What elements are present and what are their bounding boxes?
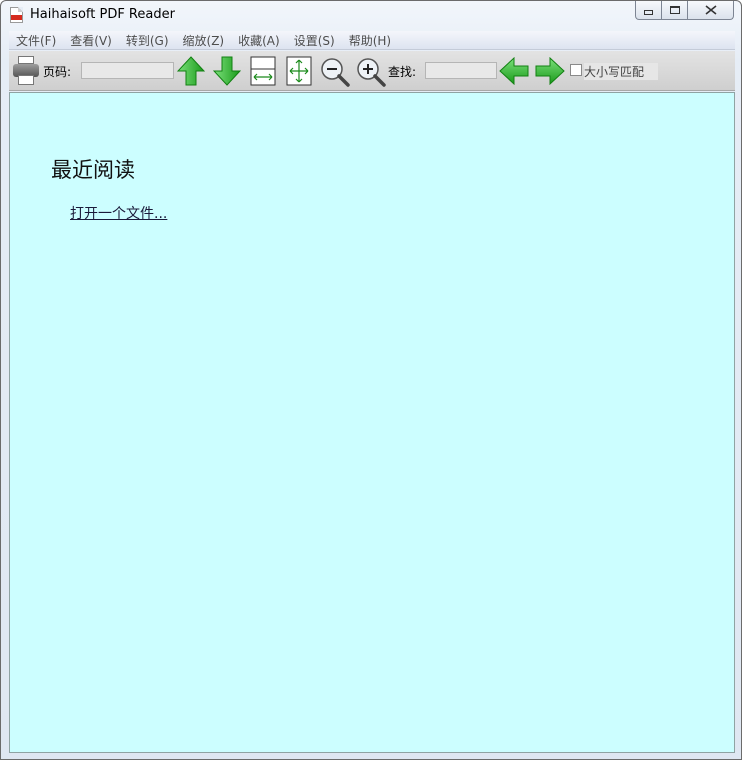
search-input[interactable] bbox=[425, 62, 497, 79]
menu-file[interactable]: 文件(F) bbox=[9, 32, 63, 49]
title-bar[interactable]: Haihaisoft PDF Reader bbox=[1, 1, 741, 30]
window-controls bbox=[635, 1, 734, 21]
fit-width-button[interactable] bbox=[250, 56, 276, 86]
page-number-input[interactable] bbox=[81, 62, 174, 79]
arrow-down-icon bbox=[213, 56, 241, 86]
menu-help[interactable]: 帮助(H) bbox=[342, 32, 398, 49]
fit-page-icon bbox=[286, 56, 312, 86]
open-file-link[interactable]: 打开一个文件... bbox=[70, 203, 167, 223]
recent-heading: 最近阅读 bbox=[51, 158, 135, 182]
arrow-up-icon bbox=[177, 56, 205, 86]
minimize-icon bbox=[644, 10, 653, 15]
fit-width-icon bbox=[250, 56, 276, 86]
app-window: Haihaisoft PDF Reader 文件(F) 查看(V) 转到(G) … bbox=[0, 0, 742, 760]
window-title: Haihaisoft PDF Reader bbox=[30, 7, 175, 22]
zoom-out-icon bbox=[321, 58, 350, 87]
menu-view[interactable]: 查看(V) bbox=[63, 32, 119, 49]
printer-icon bbox=[18, 56, 34, 64]
close-button[interactable] bbox=[688, 1, 734, 20]
search-label: 查找: bbox=[388, 65, 417, 79]
next-page-button[interactable] bbox=[213, 56, 241, 86]
arrow-right-icon bbox=[535, 57, 565, 85]
menu-settings[interactable]: 设置(S) bbox=[287, 32, 342, 49]
menu-favorites[interactable]: 收藏(A) bbox=[231, 32, 287, 49]
zoom-out-button[interactable] bbox=[320, 57, 350, 87]
print-button[interactable] bbox=[12, 55, 40, 87]
arrow-left-icon bbox=[499, 57, 529, 85]
pdf-app-icon bbox=[10, 7, 23, 23]
maximize-icon bbox=[669, 6, 680, 14]
find-previous-button[interactable] bbox=[499, 57, 529, 85]
page-label: 页码: bbox=[43, 65, 72, 79]
maximize-button[interactable] bbox=[662, 1, 688, 20]
zoom-in-button[interactable] bbox=[356, 57, 386, 87]
menu-goto[interactable]: 转到(G) bbox=[119, 32, 176, 49]
menu-bar: 文件(F) 查看(V) 转到(G) 缩放(Z) 收藏(A) 设置(S) 帮助(H… bbox=[9, 31, 735, 50]
fit-page-button[interactable] bbox=[286, 56, 312, 86]
find-next-button[interactable] bbox=[535, 57, 565, 85]
zoom-in-icon bbox=[357, 58, 386, 87]
match-case-label[interactable]: 大小写匹配 bbox=[584, 63, 659, 80]
minimize-button[interactable] bbox=[635, 1, 662, 20]
match-case-checkbox[interactable] bbox=[570, 64, 582, 76]
previous-page-button[interactable] bbox=[177, 56, 205, 86]
toolbar: 页码: 查找: 大小写匹配 bbox=[9, 51, 735, 91]
document-area: 最近阅读 打开一个文件... bbox=[9, 92, 735, 753]
menu-zoom[interactable]: 缩放(Z) bbox=[176, 32, 232, 49]
close-icon bbox=[705, 5, 716, 15]
